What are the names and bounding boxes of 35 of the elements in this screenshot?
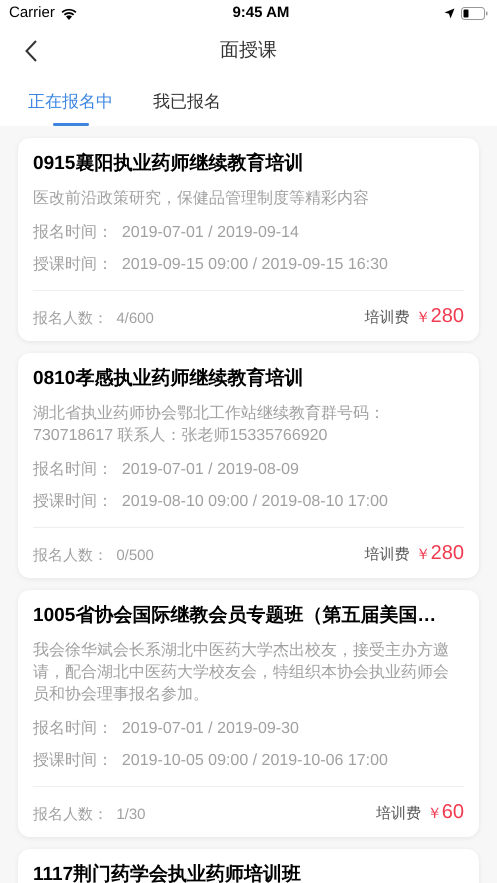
signup-time: 报名时间： 2019-07-01 / 2019-09-14 [33, 222, 300, 243]
tab[interactable]: 我已报名 [153, 89, 221, 126]
course-title: 1005省协会国际继教会员专题班（第五届美国… [33, 603, 438, 628]
course-title: 0810孝感执业药师继续教育培训 [33, 366, 304, 391]
page-title: 面授课 [220, 38, 277, 63]
price: ￥280 [416, 304, 464, 329]
course-title: 1117荆门药学会执业药师培训班 [33, 862, 302, 883]
clock: 9:45 AM [232, 2, 290, 23]
course-card[interactable]: 1005省协会国际继教会员专题班（第五届美国… 我会徐华斌会长系湖北中医药大学杰出校友，接受主办方邀请，配合湖北中医药大学校友会，特组织本协会执业药师会员和协会理事报名参加。 报名时间： 2019-07-01 / 2019-09-30 授课时间： 2019-10-05 09:00 / 2019-10-06 17:00 报名人数： 1/30 培训费 ￥60 [18, 590, 479, 837]
price: ￥280 [416, 541, 464, 566]
fee-label: 培训费 [376, 804, 421, 824]
signup-time: 报名时间： 2019-07-01 / 2019-09-30 [33, 718, 300, 739]
location-icon [444, 8, 455, 18]
course-title: 0915襄阳执业药师继续教育培训 [33, 151, 304, 176]
enrolled-count: 报名人数： 4/600 [33, 309, 154, 329]
class-time: 授课时间： 2019-08-10 09:00 / 2019-08-10 17:00 [33, 492, 389, 512]
class-time: 授课时间： 2019-09-15 09:00 / 2019-09-15 16:30 [33, 254, 389, 275]
signup-time: 报名时间： 2019-07-01 / 2019-08-09 [33, 460, 300, 480]
course-card[interactable]: 0810孝感执业药师继续教育培训 湖北省执业药师协会鄂北工作站继续教育群号码： 730718617 联系人：张老师15335766920 报名时间： 2019-07-01 / 2019-08-09 授课时间： 2019-08-10 09:00 / 2019-08-10 17:00 报名人数： 0/500 培训费 ￥280 [18, 353, 479, 578]
wifi-icon [60, 6, 78, 20]
tab[interactable]: 正在报名中 [28, 89, 113, 126]
class-time: 授课时间： 2019-10-05 09:00 / 2019-10-06 17:00 [33, 750, 389, 771]
enrolled-count: 报名人数： 0/500 [33, 546, 154, 566]
battery-icon [461, 6, 488, 20]
price: ￥60 [426, 800, 464, 825]
course-card[interactable]: 1117荆门药学会执业药师培训班 [18, 849, 479, 883]
course-description: 医改前沿政策研究，保健品管理制度等精彩内容 [33, 188, 370, 209]
course-description: 我会徐华斌会长系湖北中医药大学杰出校友，接受主办方邀请，配合湖北中医药大学校友会，特组织本协会执业药师会员和协会理事报名参加。 [33, 640, 450, 705]
fee-label: 培训费 [364, 545, 410, 565]
carrier-label: Carrier [9, 2, 55, 23]
fee-label: 培训费 [364, 308, 410, 328]
course-description: 湖北省执业药师协会鄂北工作站继续教育群号码： 730718617 联系人：张老师15335766920 [33, 403, 386, 446]
back-icon [25, 40, 37, 62]
course-card[interactable]: 0915襄阳执业药师继续教育培训 医改前沿政策研究，保健品管理制度等精彩内容 报名时间： 2019-07-01 / 2019-09-14 授课时间： 2019-09-15 09:00 / 2019-09-15 16:30 报名人数： 4/600 培训费 ￥280 [18, 138, 479, 341]
enrolled-count: 报名人数： 1/30 [33, 805, 146, 825]
